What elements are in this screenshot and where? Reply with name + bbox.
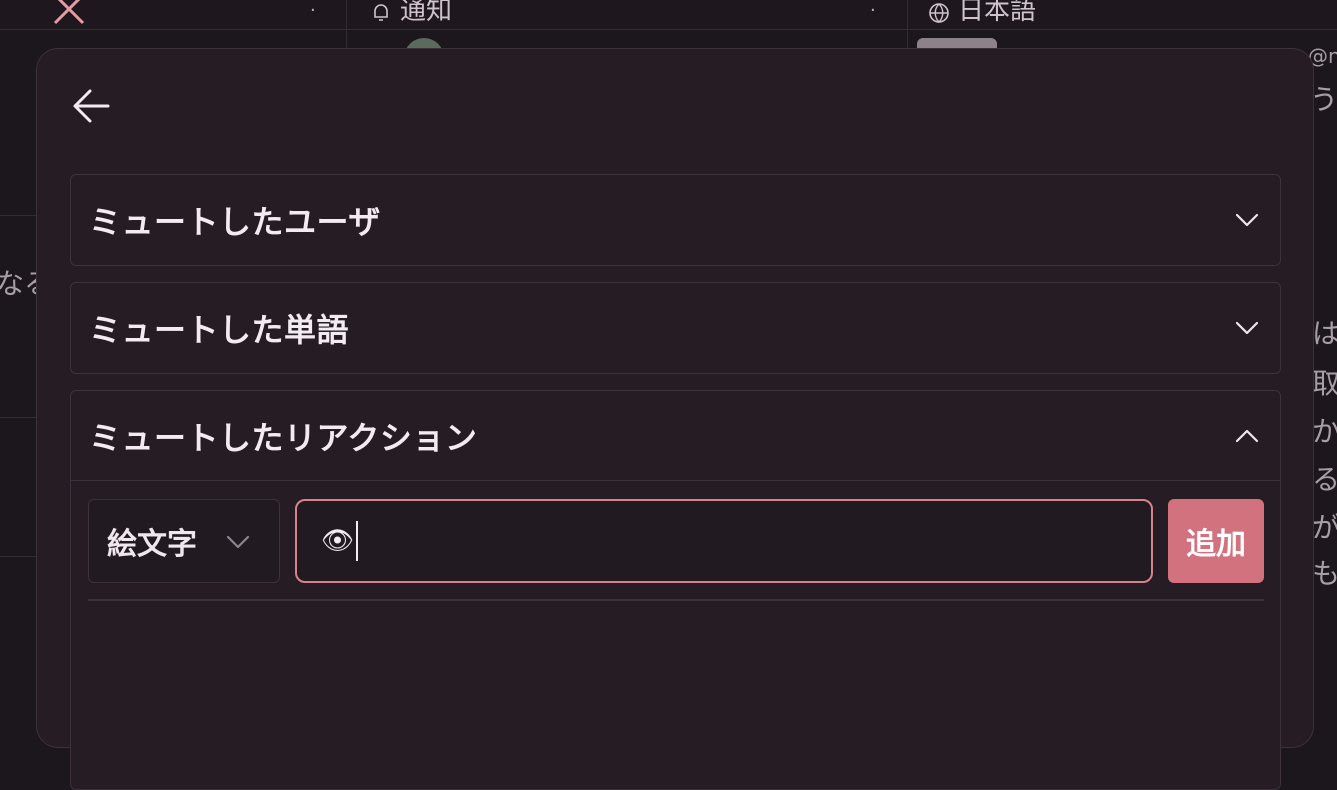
text-fragment: も — [1312, 557, 1337, 590]
mute-settings-modal: ミュートしたユーザ ミュートした単語 ミュートしたリアクション 絵文字 👁 追加 — [36, 48, 1314, 790]
reaction-type-select[interactable]: 絵文字 — [88, 499, 280, 583]
column-title-notifications: 通知 — [370, 0, 452, 27]
text-fragment: う — [1310, 83, 1337, 116]
section-title: ミュートしたリアクション — [89, 418, 478, 457]
back-button[interactable] — [70, 85, 112, 127]
section-header-muted-reactions[interactable]: ミュートしたリアクション — [71, 391, 1280, 481]
divider — [88, 599, 1264, 601]
chevron-down-icon — [1234, 207, 1260, 233]
section-header-muted-words[interactable]: ミュートした単語 — [71, 283, 1280, 373]
chevron-down-icon — [1234, 315, 1260, 341]
section-muted-reactions: ミュートしたリアクション 絵文字 👁 追加 — [70, 390, 1281, 790]
section-title: ミュートした単語 — [89, 311, 350, 349]
arrow-left-icon — [73, 89, 110, 123]
text-fragment: 取 — [1312, 367, 1337, 400]
text-fragment: か — [1312, 415, 1337, 448]
chevron-up-icon — [1234, 423, 1260, 449]
section-muted-users: ミュートしたユーザ — [70, 174, 1281, 266]
reaction-form: 絵文字 👁 追加 — [88, 499, 1264, 583]
text-fragment: る — [1312, 463, 1337, 496]
reaction-input[interactable]: 👁 — [295, 499, 1153, 583]
input-value: 👁 — [321, 521, 359, 561]
emoji-eye-icon: 👁 — [321, 526, 355, 556]
column-menu-icon[interactable]: · — [310, 0, 316, 21]
text-fragment: が — [1312, 511, 1337, 544]
chevron-down-icon — [225, 529, 251, 555]
text-fragment: は — [1312, 317, 1337, 350]
section-title: ミュートしたユーザ — [89, 203, 381, 241]
section-header-muted-users[interactable]: ミュートしたユーザ — [71, 175, 1280, 265]
close-icon[interactable] — [52, 0, 86, 30]
column-menu-icon[interactable]: · — [870, 0, 876, 21]
text-caret — [356, 521, 359, 561]
bell-icon — [370, 1, 392, 23]
select-value: 絵文字 — [107, 527, 197, 562]
add-button[interactable]: 追加 — [1168, 499, 1264, 583]
section-muted-words: ミュートした単語 — [70, 282, 1281, 374]
column-title-japanese: 日本語 — [928, 0, 1036, 27]
globe-icon — [928, 1, 950, 23]
